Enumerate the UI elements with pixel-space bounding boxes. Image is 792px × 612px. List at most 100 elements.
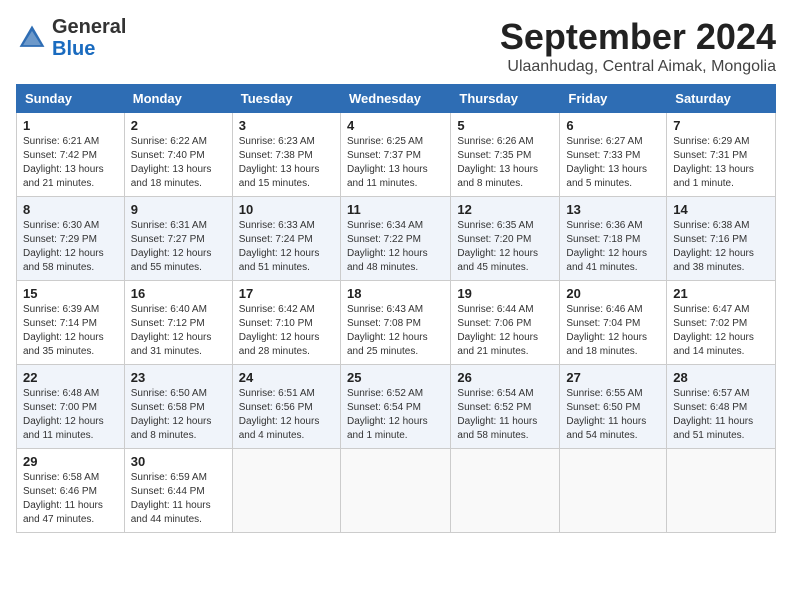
calendar-cell: 27 Sunrise: 6:55 AM Sunset: 6:50 PM Dayli… [560,365,667,449]
location-text: Ulaanhudag, Central Aimak, Mongolia [500,58,776,76]
day-info: Sunrise: 6:35 AM Sunset: 7:20 PM Dayligh… [457,219,553,275]
week-row-3: 15Sunrise: 6:39 AM Sunset: 7:14 PM Dayli… [17,281,776,365]
calendar-cell: 11Sunrise: 6:34 AM Sunset: 7:22 PM Dayli… [340,197,450,281]
calendar-cell [340,449,450,533]
day-info: Sunrise: 6:26 AM Sunset: 7:35 PM Dayligh… [457,135,553,191]
calendar-cell: 12 Sunrise: 6:35 AM Sunset: 7:20 PM Dayli… [451,197,560,281]
calendar-cell: 18 Sunrise: 6:43 AM Sunset: 7:08 PM Dayli… [340,281,450,365]
calendar-cell [667,449,776,533]
day-info: Sunrise: 6:48 AM Sunset: 7:00 PM Dayligh… [23,387,118,443]
day-number: 12 [457,202,553,217]
weekday-header-friday: Friday [560,85,667,113]
header: General Blue September 2024 Ulaanhudag, … [16,16,776,76]
calendar-cell: 8 Sunrise: 6:30 AM Sunset: 7:29 PM Daylig… [17,197,125,281]
day-number: 16 [131,286,226,301]
calendar-cell: 29Sunrise: 6:58 AM Sunset: 6:46 PM Dayli… [17,449,125,533]
day-info: Sunrise: 6:23 AM Sunset: 7:38 PM Dayligh… [239,135,334,191]
day-info: Sunrise: 6:31 AM Sunset: 7:27 PM Dayligh… [131,219,226,275]
day-number: 28 [673,370,769,385]
day-number: 26 [457,370,553,385]
day-number: 1 [23,118,118,133]
day-info: Sunrise: 6:47 AM Sunset: 7:02 PM Dayligh… [673,303,769,359]
calendar-cell: 4 Sunrise: 6:25 AM Sunset: 7:37 PM Daylig… [340,113,450,197]
day-info: Sunrise: 6:27 AM Sunset: 7:33 PM Dayligh… [566,135,660,191]
calendar-cell: 19Sunrise: 6:44 AM Sunset: 7:06 PM Dayli… [451,281,560,365]
calendar-cell: 10 Sunrise: 6:33 AM Sunset: 7:24 PM Dayli… [232,197,340,281]
weekday-header-sunday: Sunday [17,85,125,113]
month-title: September 2024 [500,16,776,58]
day-info: Sunrise: 6:34 AM Sunset: 7:22 PM Dayligh… [347,219,444,275]
calendar-cell: 5 Sunrise: 6:26 AM Sunset: 7:35 PM Daylig… [451,113,560,197]
calendar-cell [560,449,667,533]
calendar-cell: 25 Sunrise: 6:52 AM Sunset: 6:54 PM Dayli… [340,365,450,449]
week-row-4: 22 Sunrise: 6:48 AM Sunset: 7:00 PM Dayli… [17,365,776,449]
day-number: 9 [131,202,226,217]
day-number: 21 [673,286,769,301]
day-info: Sunrise: 6:42 AM Sunset: 7:10 PM Dayligh… [239,303,334,359]
day-number: 23 [131,370,226,385]
day-info: Sunrise: 6:51 AM Sunset: 6:56 PM Dayligh… [239,387,334,443]
day-number: 18 [347,286,444,301]
weekday-header-row: SundayMondayTuesdayWednesdayThursdayFrid… [17,85,776,113]
weekday-header-monday: Monday [124,85,232,113]
day-info: Sunrise: 6:39 AM Sunset: 7:14 PM Dayligh… [23,303,118,359]
week-row-1: 1Sunrise: 6:21 AM Sunset: 7:42 PM Daylig… [17,113,776,197]
day-number: 22 [23,370,118,385]
day-info: Sunrise: 6:59 AM Sunset: 6:44 PM Dayligh… [131,471,226,527]
day-info: Sunrise: 6:38 AM Sunset: 7:16 PM Dayligh… [673,219,769,275]
calendar-cell: 21 Sunrise: 6:47 AM Sunset: 7:02 PM Dayli… [667,281,776,365]
weekday-header-wednesday: Wednesday [340,85,450,113]
calendar-cell: 30Sunrise: 6:59 AM Sunset: 6:44 PM Dayli… [124,449,232,533]
day-info: Sunrise: 6:22 AM Sunset: 7:40 PM Dayligh… [131,135,226,191]
weekday-header-tuesday: Tuesday [232,85,340,113]
logo-general-text: General [52,16,126,38]
calendar-cell: 7Sunrise: 6:29 AM Sunset: 7:31 PM Daylig… [667,113,776,197]
calendar-cell [451,449,560,533]
day-number: 24 [239,370,334,385]
week-row-5: 29Sunrise: 6:58 AM Sunset: 6:46 PM Dayli… [17,449,776,533]
calendar-cell: 2 Sunrise: 6:22 AM Sunset: 7:40 PM Daylig… [124,113,232,197]
day-number: 8 [23,202,118,217]
day-number: 14 [673,202,769,217]
day-number: 2 [131,118,226,133]
calendar: SundayMondayTuesdayWednesdayThursdayFrid… [16,84,776,533]
day-number: 20 [566,286,660,301]
day-number: 5 [457,118,553,133]
day-number: 6 [566,118,660,133]
logo-icon [16,22,48,54]
weekday-header-thursday: Thursday [451,85,560,113]
day-info: Sunrise: 6:50 AM Sunset: 6:58 PM Dayligh… [131,387,226,443]
calendar-cell: 3 Sunrise: 6:23 AM Sunset: 7:38 PM Daylig… [232,113,340,197]
day-number: 3 [239,118,334,133]
day-info: Sunrise: 6:54 AM Sunset: 6:52 PM Dayligh… [457,387,553,443]
calendar-cell: 28 Sunrise: 6:57 AM Sunset: 6:48 PM Dayli… [667,365,776,449]
logo-blue-text: Blue [52,38,95,60]
day-info: Sunrise: 6:52 AM Sunset: 6:54 PM Dayligh… [347,387,444,443]
day-info: Sunrise: 6:58 AM Sunset: 6:46 PM Dayligh… [23,471,118,527]
day-info: Sunrise: 6:29 AM Sunset: 7:31 PM Dayligh… [673,135,769,191]
calendar-cell: 23 Sunrise: 6:50 AM Sunset: 6:58 PM Dayli… [124,365,232,449]
day-number: 27 [566,370,660,385]
day-info: Sunrise: 6:33 AM Sunset: 7:24 PM Dayligh… [239,219,334,275]
day-info: Sunrise: 6:30 AM Sunset: 7:29 PM Dayligh… [23,219,118,275]
day-info: Sunrise: 6:57 AM Sunset: 6:48 PM Dayligh… [673,387,769,443]
calendar-cell: 14 Sunrise: 6:38 AM Sunset: 7:16 PM Dayli… [667,197,776,281]
day-number: 19 [457,286,553,301]
week-row-2: 8 Sunrise: 6:30 AM Sunset: 7:29 PM Daylig… [17,197,776,281]
calendar-cell: 13Sunrise: 6:36 AM Sunset: 7:18 PM Dayli… [560,197,667,281]
weekday-header-saturday: Saturday [667,85,776,113]
day-info: Sunrise: 6:55 AM Sunset: 6:50 PM Dayligh… [566,387,660,443]
day-info: Sunrise: 6:25 AM Sunset: 7:37 PM Dayligh… [347,135,444,191]
day-info: Sunrise: 6:46 AM Sunset: 7:04 PM Dayligh… [566,303,660,359]
calendar-cell: 20 Sunrise: 6:46 AM Sunset: 7:04 PM Dayli… [560,281,667,365]
calendar-cell: 6 Sunrise: 6:27 AM Sunset: 7:33 PM Daylig… [560,113,667,197]
day-info: Sunrise: 6:43 AM Sunset: 7:08 PM Dayligh… [347,303,444,359]
day-number: 25 [347,370,444,385]
day-number: 10 [239,202,334,217]
calendar-cell [232,449,340,533]
calendar-cell: 16Sunrise: 6:40 AM Sunset: 7:12 PM Dayli… [124,281,232,365]
day-number: 4 [347,118,444,133]
day-info: Sunrise: 6:36 AM Sunset: 7:18 PM Dayligh… [566,219,660,275]
calendar-cell: 9 Sunrise: 6:31 AM Sunset: 7:27 PM Daylig… [124,197,232,281]
calendar-cell: 22 Sunrise: 6:48 AM Sunset: 7:00 PM Dayli… [17,365,125,449]
